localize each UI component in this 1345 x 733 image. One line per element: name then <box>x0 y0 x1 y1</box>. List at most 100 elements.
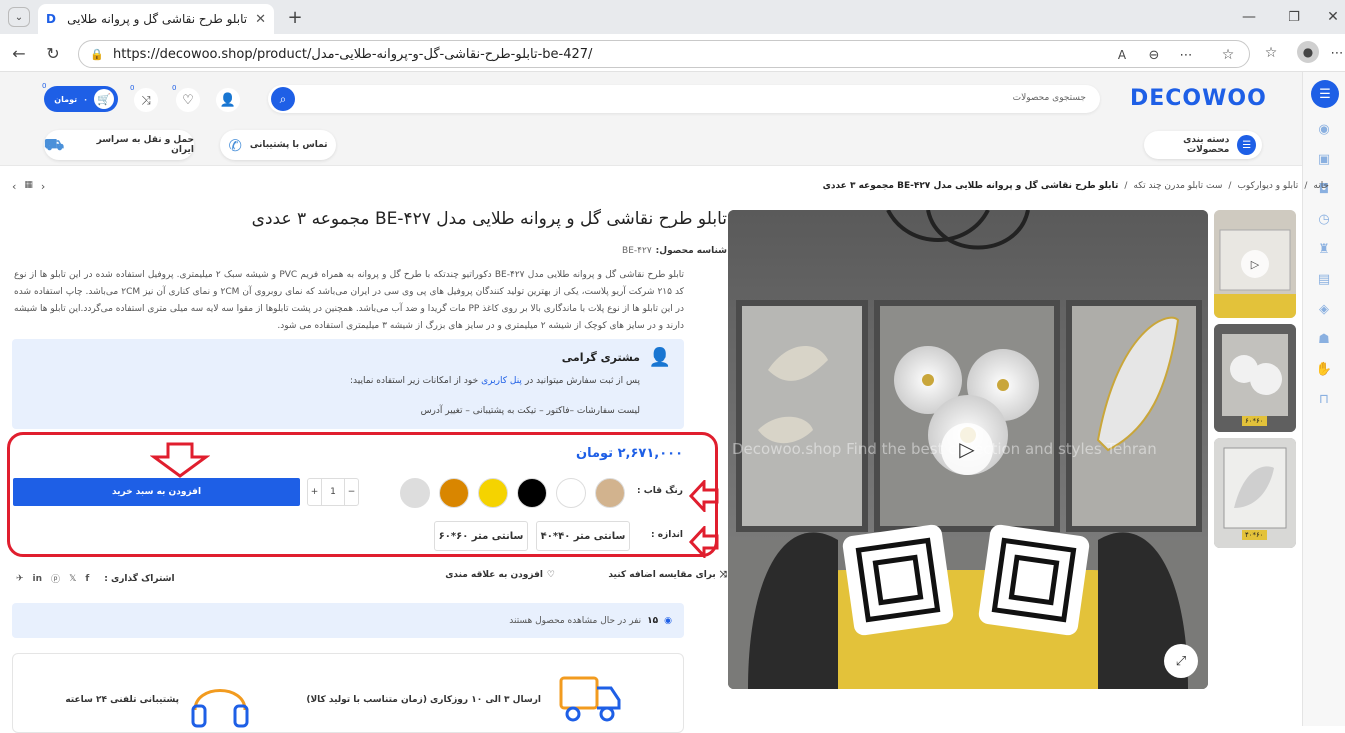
tab-close-icon[interactable]: ✕ <box>255 12 266 27</box>
cart-icon: 🛒 <box>94 89 114 109</box>
sidebar-clock-icon[interactable]: ◷ <box>1315 210 1333 228</box>
cart-count: 0 <box>42 82 47 90</box>
thumbnail-60x60[interactable]: ۶۰*۶۰ <box>1214 324 1296 432</box>
prev-product-icon[interactable]: ‹ <box>12 180 16 193</box>
share-label: اشتراک گذاری : <box>104 573 175 584</box>
sidebar-bulb-icon[interactable]: ◉ <box>1315 120 1333 138</box>
site-info-icon[interactable]: 🔒 <box>89 46 105 62</box>
size-option-60x60[interactable]: ۶۰*۶۰ سانتی متر <box>434 521 528 551</box>
search-button-icon[interactable]: ⌕ <box>271 87 295 111</box>
read-aloud-icon[interactable]: A <box>1113 46 1131 64</box>
product-description: تابلو طرح نقاشی گل و پروانه طلایی مدل BE… <box>14 270 684 331</box>
play-video-icon[interactable]: ▷ <box>941 423 993 475</box>
product-price: ۲,۶۷۱,۰۰۰ تومان <box>575 446 683 461</box>
user-panel-link[interactable]: پنل کاربری <box>481 376 522 386</box>
settings-more-icon[interactable]: ⋯ <box>1330 44 1344 62</box>
wishlist-icon[interactable]: ♡ <box>176 88 200 112</box>
viewers-box: ◉ ۱۵ نفر در حال مشاهده محصول هستند <box>12 603 684 638</box>
color-swatch[interactable] <box>517 478 547 508</box>
wishlist-link[interactable]: ♡ افزودن به علاقه مندی <box>445 570 555 580</box>
next-product-icon[interactable]: › <box>41 180 45 193</box>
sidebar-box-icon[interactable]: ▤ <box>1315 270 1333 288</box>
breadcrumb-home[interactable]: خانه <box>1313 181 1329 191</box>
close-window-icon[interactable]: ✕ <box>1322 6 1344 28</box>
zoom-icon[interactable]: ⊖ <box>1145 46 1163 64</box>
sidebar-table-icon[interactable]: ⊓ <box>1315 390 1333 408</box>
minimize-icon[interactable]: — <box>1238 6 1260 28</box>
linkedin-icon[interactable]: in <box>33 574 43 584</box>
phone-icon: ✆ <box>228 135 242 155</box>
size-option-40x40[interactable]: ۴۰*۴۰ سانتی متر <box>536 521 630 551</box>
color-swatch[interactable] <box>478 478 508 508</box>
delivery-truck-icon <box>559 676 621 722</box>
categories-label: دسته بندی محصولات <box>1183 135 1230 155</box>
more-icon[interactable]: ⋯ <box>1177 46 1195 64</box>
breadcrumb-category[interactable]: تابلو و دیوارکوب <box>1237 181 1298 191</box>
favorite-icon[interactable]: ☆ <box>1219 46 1237 64</box>
browser-tabstrip: ⌄ D تابلو طرح نقاشی گل و پروانه طلایی ✕ … <box>0 0 1345 34</box>
qty-input[interactable]: 1 <box>322 479 344 505</box>
search-box[interactable]: جستجوی محصولات ⌕ <box>268 85 1100 113</box>
shipping-feature-text: ارسال ۳ الی ۱۰ روزکاری (زمان متناسب با ت… <box>306 695 541 705</box>
annotation-arrow-left <box>688 480 719 512</box>
add-to-cart-button[interactable]: افزودن به سبد خرید <box>13 478 300 506</box>
sidebar-shield-icon[interactable]: ◈ <box>1315 300 1333 318</box>
frame-color-label: رنگ قاب : <box>637 486 683 496</box>
account-icon[interactable]: 👤 <box>216 88 240 112</box>
annotation-arrow-left <box>688 526 719 558</box>
favorites-icon[interactable]: ☆ <box>1262 44 1280 62</box>
shipping-info-button[interactable]: حمل و نقل به سراسر ایران ⛟ <box>44 130 194 160</box>
cart-button[interactable]: 🛒 ۰ تومان <box>44 86 118 112</box>
fullscreen-icon[interactable]: ⤢ <box>1164 644 1198 678</box>
contact-support-button[interactable]: تماس با پشتیبانی ✆ <box>220 130 336 160</box>
back-icon[interactable]: ← <box>8 42 30 64</box>
restore-icon[interactable]: ❐ <box>1283 6 1305 28</box>
tab-title: تابلو طرح نقاشی گل و پروانه طلایی <box>67 12 248 26</box>
x-icon[interactable]: 𝕏 <box>69 574 76 584</box>
qty-plus-button[interactable]: + <box>308 479 322 505</box>
line1-pre: پس از ثبت سفارش میتوانید در <box>524 376 640 386</box>
tab-list-icon[interactable]: ⌄ <box>8 7 30 27</box>
heart-icon: ♡ <box>546 570 555 580</box>
viewers-text: نفر در حال مشاهده محصول هستند <box>509 615 642 626</box>
reload-icon[interactable]: ↻ <box>42 42 64 64</box>
profile-icon[interactable]: ● <box>1297 41 1319 63</box>
support-feature-text: پشتیبانی تلفنی ۲۴ ساعته <box>65 695 179 705</box>
browser-tab[interactable]: D تابلو طرح نقاشی گل و پروانه طلایی ✕ <box>38 4 274 34</box>
sidebar-bag-icon[interactable]: ▣ <box>1315 150 1333 168</box>
breadcrumb-subcategory[interactable]: ست تابلو مدرن چند تکه <box>1133 181 1222 191</box>
new-tab-icon[interactable]: + <box>284 6 306 28</box>
sidebar-people-icon[interactable]: ☗ <box>1315 330 1333 348</box>
sidebar-lamp-icon[interactable]: ♜ <box>1315 240 1333 258</box>
address-bar[interactable]: 🔒 https://decowoo.shop/product/تابلو-طرح… <box>78 40 1250 68</box>
compare-link[interactable]: ⤨ برای مقایسه اضافه کنید <box>608 570 727 580</box>
color-swatch[interactable] <box>556 478 586 508</box>
categories-menu-button[interactable]: ☰ دسته بندی محصولات <box>1144 131 1262 159</box>
thumbnail-40x60[interactable]: ۴۰*۶۰ <box>1214 438 1296 548</box>
color-swatch[interactable] <box>400 478 430 508</box>
size-label: اندازه : <box>651 530 683 540</box>
product-main-image[interactable]: Decowoo.shop Find the best collection an… <box>728 210 1208 689</box>
pinterest-icon[interactable]: ⓟ <box>51 572 60 585</box>
search-input[interactable]: جستجوی محصولات <box>1013 93 1086 103</box>
sku-label: شناسه محصول: <box>655 246 727 256</box>
grid-icon[interactable]: ▦ <box>24 180 33 193</box>
facebook-icon[interactable]: f <box>85 574 89 584</box>
wishlist-count: 0 <box>172 84 177 92</box>
color-swatch[interactable] <box>439 478 469 508</box>
sidebar-menu-icon[interactable]: ☰ <box>1311 80 1339 108</box>
color-swatch[interactable] <box>595 478 625 508</box>
compare-icon[interactable]: ⤨ <box>134 88 158 112</box>
product-title: تابلو طرح نقاشی گل و پروانه طلایی مدل BE… <box>251 209 727 229</box>
site-logo[interactable]: DECOWOO <box>1130 86 1267 111</box>
customer-box-line2: لیست سفارشات –فاکتور – تیکت به پشتیبانی … <box>420 406 640 416</box>
features-box: ارسال ۳ الی ۱۰ روزکاری (زمان متناسب با ت… <box>12 653 684 733</box>
thumbnail-video[interactable]: ▷ <box>1214 210 1296 318</box>
qty-minus-button[interactable]: − <box>344 479 358 505</box>
product-sku: شناسه محصول: BE-۴۲۷ <box>622 246 727 256</box>
thumbnail-size-label: ۴۰*۶۰ <box>1242 530 1267 540</box>
quantity-stepper[interactable]: + 1 − <box>307 478 359 506</box>
breadcrumb-sep: / <box>1304 181 1308 191</box>
telegram-icon[interactable]: ✈ <box>16 574 24 584</box>
sidebar-hand-icon[interactable]: ✋ <box>1315 360 1333 378</box>
